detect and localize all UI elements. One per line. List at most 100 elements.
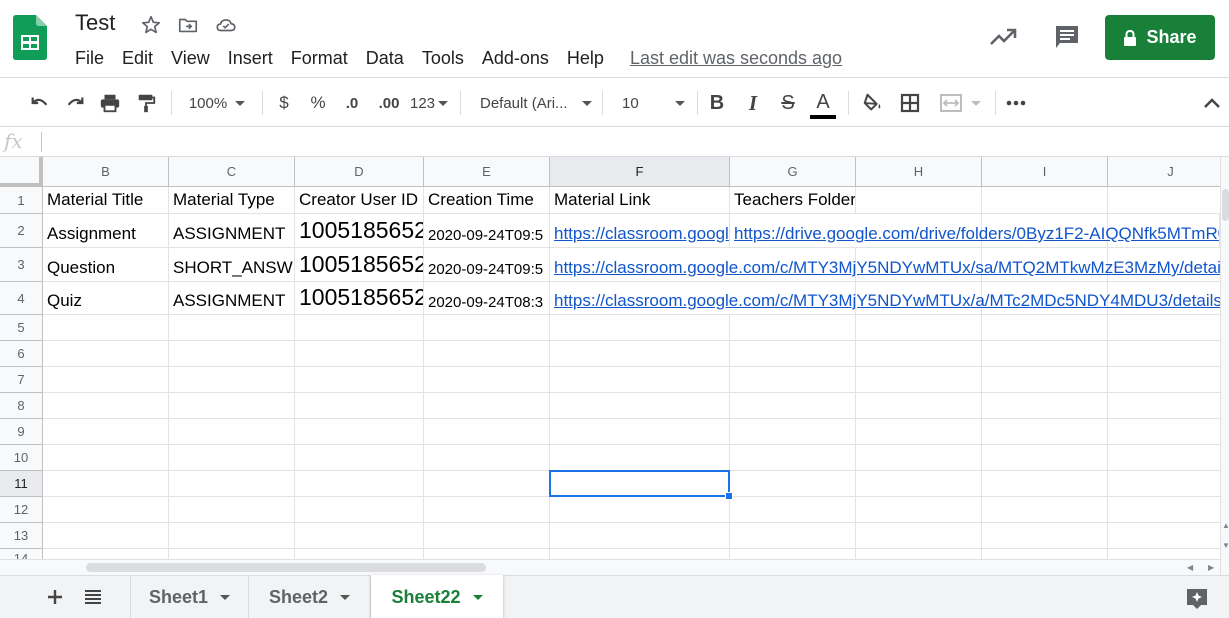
fill-color-icon[interactable] <box>859 79 887 127</box>
last-edit-link[interactable]: Last edit was seconds ago <box>630 45 842 71</box>
grid-cell[interactable] <box>43 393 169 419</box>
italic-button[interactable]: I <box>741 79 765 127</box>
grid-cell[interactable] <box>43 497 169 523</box>
grid-cell[interactable] <box>43 549 169 559</box>
grid-cell[interactable] <box>856 367 982 393</box>
grid-cell[interactable] <box>424 393 550 419</box>
grid-cell[interactable] <box>43 315 169 341</box>
grid-cell[interactable] <box>295 549 424 559</box>
header-cell[interactable]: Material Type <box>169 187 295 214</box>
grid-cell[interactable] <box>856 523 982 549</box>
zoom-select[interactable]: 100% <box>182 79 252 127</box>
grid-cell[interactable] <box>295 419 424 445</box>
column-header-e[interactable]: E <box>424 157 550 187</box>
grid-cell[interactable] <box>730 315 856 341</box>
cloud-status-icon[interactable] <box>214 13 238 37</box>
grid-cell[interactable] <box>1108 497 1220 523</box>
grid-cell[interactable] <box>424 445 550 471</box>
grid-cell[interactable] <box>295 471 424 497</box>
sheet-tab-sheet22[interactable]: Sheet22 <box>371 575 503 618</box>
grid-cell[interactable] <box>169 497 295 523</box>
vertical-scrollbar[interactable]: ▲ ▼ <box>1220 157 1229 575</box>
teachers-folder-cell[interactable]: https://drive.google.com/drive/folders/0… <box>730 214 1220 248</box>
grid-cell[interactable] <box>856 445 982 471</box>
grid-cell[interactable] <box>550 523 730 549</box>
material-type-cell[interactable]: SHORT_ANSWE <box>169 248 295 282</box>
grid-cell[interactable] <box>1108 523 1220 549</box>
grid-cell[interactable] <box>1108 393 1220 419</box>
column-header-h[interactable]: H <box>856 157 982 187</box>
grid-cell[interactable] <box>169 549 295 559</box>
row-header-12[interactable]: 12 <box>0 497 43 523</box>
grid-cell[interactable] <box>730 471 856 497</box>
comment-icon[interactable] <box>1052 22 1082 52</box>
grid-cell[interactable] <box>982 523 1108 549</box>
grid-cell[interactable] <box>43 471 169 497</box>
grid-cell[interactable] <box>424 315 550 341</box>
grid-cell[interactable] <box>550 497 730 523</box>
creation-time-cell[interactable]: 2020-09-24T08:3 <box>424 282 550 315</box>
grid-cell[interactable] <box>1108 549 1220 559</box>
grid-cell[interactable] <box>982 393 1108 419</box>
redo-icon[interactable] <box>61 79 89 127</box>
grid-cell[interactable] <box>43 341 169 367</box>
grid-cell[interactable] <box>730 445 856 471</box>
percent-format-button[interactable]: % <box>306 79 330 127</box>
grid-cell[interactable] <box>295 341 424 367</box>
folder-move-icon[interactable] <box>176 13 200 37</box>
grid-cell[interactable] <box>295 367 424 393</box>
grid-cell[interactable] <box>550 445 730 471</box>
menu-view[interactable]: View <box>162 45 219 71</box>
row-header-2[interactable]: 2 <box>0 214 43 248</box>
menu-insert[interactable]: Insert <box>219 45 282 71</box>
print-icon[interactable] <box>96 79 124 127</box>
grid-cell[interactable] <box>982 445 1108 471</box>
material-title-cell[interactable]: Question <box>43 248 169 282</box>
material-link-cell[interactable]: https://classroom.google.com/c/MTY3MjY5N… <box>550 248 1220 282</box>
grid-cell[interactable] <box>1108 471 1220 497</box>
undo-icon[interactable] <box>26 79 54 127</box>
grid-cell[interactable] <box>1108 367 1220 393</box>
grid-cell[interactable] <box>550 315 730 341</box>
material-link-cell[interactable]: https://classroom.google <box>550 214 730 248</box>
grid-cell[interactable] <box>295 393 424 419</box>
horizontal-scrollbar[interactable]: ◀ ▶ <box>0 559 1220 575</box>
grid-cell[interactable] <box>295 497 424 523</box>
grid-cell[interactable] <box>730 523 856 549</box>
grid-cell[interactable] <box>856 341 982 367</box>
selected-cell-f11[interactable] <box>549 470 730 497</box>
column-header-i[interactable]: I <box>982 157 1108 187</box>
header-cell[interactable]: Teachers Folder <box>730 187 856 214</box>
scroll-left-icon[interactable]: ◀ <box>1187 563 1193 572</box>
column-header-b[interactable]: B <box>43 157 169 187</box>
row-header-3[interactable]: 3 <box>0 248 43 282</box>
row-header-5[interactable]: 5 <box>0 315 43 341</box>
currency-format-button[interactable]: $ <box>272 79 296 127</box>
grid-cell[interactable] <box>424 341 550 367</box>
trending-icon[interactable] <box>988 24 1018 50</box>
more-formats-select[interactable]: 123 <box>408 79 450 127</box>
column-header-d[interactable]: D <box>295 157 424 187</box>
header-cell[interactable]: Creator User ID <box>295 187 424 214</box>
material-type-cell[interactable]: ASSIGNMENT <box>169 282 295 315</box>
menu-format[interactable]: Format <box>282 45 357 71</box>
scroll-right-icon[interactable]: ▶ <box>1208 563 1214 572</box>
explore-button[interactable] <box>1184 585 1210 611</box>
grid-cell[interactable] <box>169 393 295 419</box>
decrease-decimal-button[interactable]: .0 <box>339 79 365 127</box>
grid-cell[interactable] <box>982 419 1108 445</box>
header-cell[interactable]: Material Link <box>550 187 730 214</box>
spreadsheet-grid[interactable]: B C D E F G H I J 1 2 3 4 5 6 7 8 9 10 1… <box>0 157 1220 559</box>
collapse-menus-icon[interactable] <box>1199 79 1225 127</box>
row-header-11[interactable]: 11 <box>0 471 43 497</box>
menu-help[interactable]: Help <box>558 45 613 71</box>
grid-cell[interactable] <box>424 549 550 559</box>
menu-tools[interactable]: Tools <box>413 45 473 71</box>
grid-cell[interactable] <box>169 445 295 471</box>
grid-cell[interactable] <box>982 341 1108 367</box>
creator-user-id-cell[interactable]: 1005185652 <box>295 248 424 282</box>
grid-cell[interactable] <box>1108 187 1220 214</box>
grid-cell[interactable] <box>169 315 295 341</box>
grid-cell[interactable] <box>550 341 730 367</box>
grid-cell[interactable] <box>856 393 982 419</box>
